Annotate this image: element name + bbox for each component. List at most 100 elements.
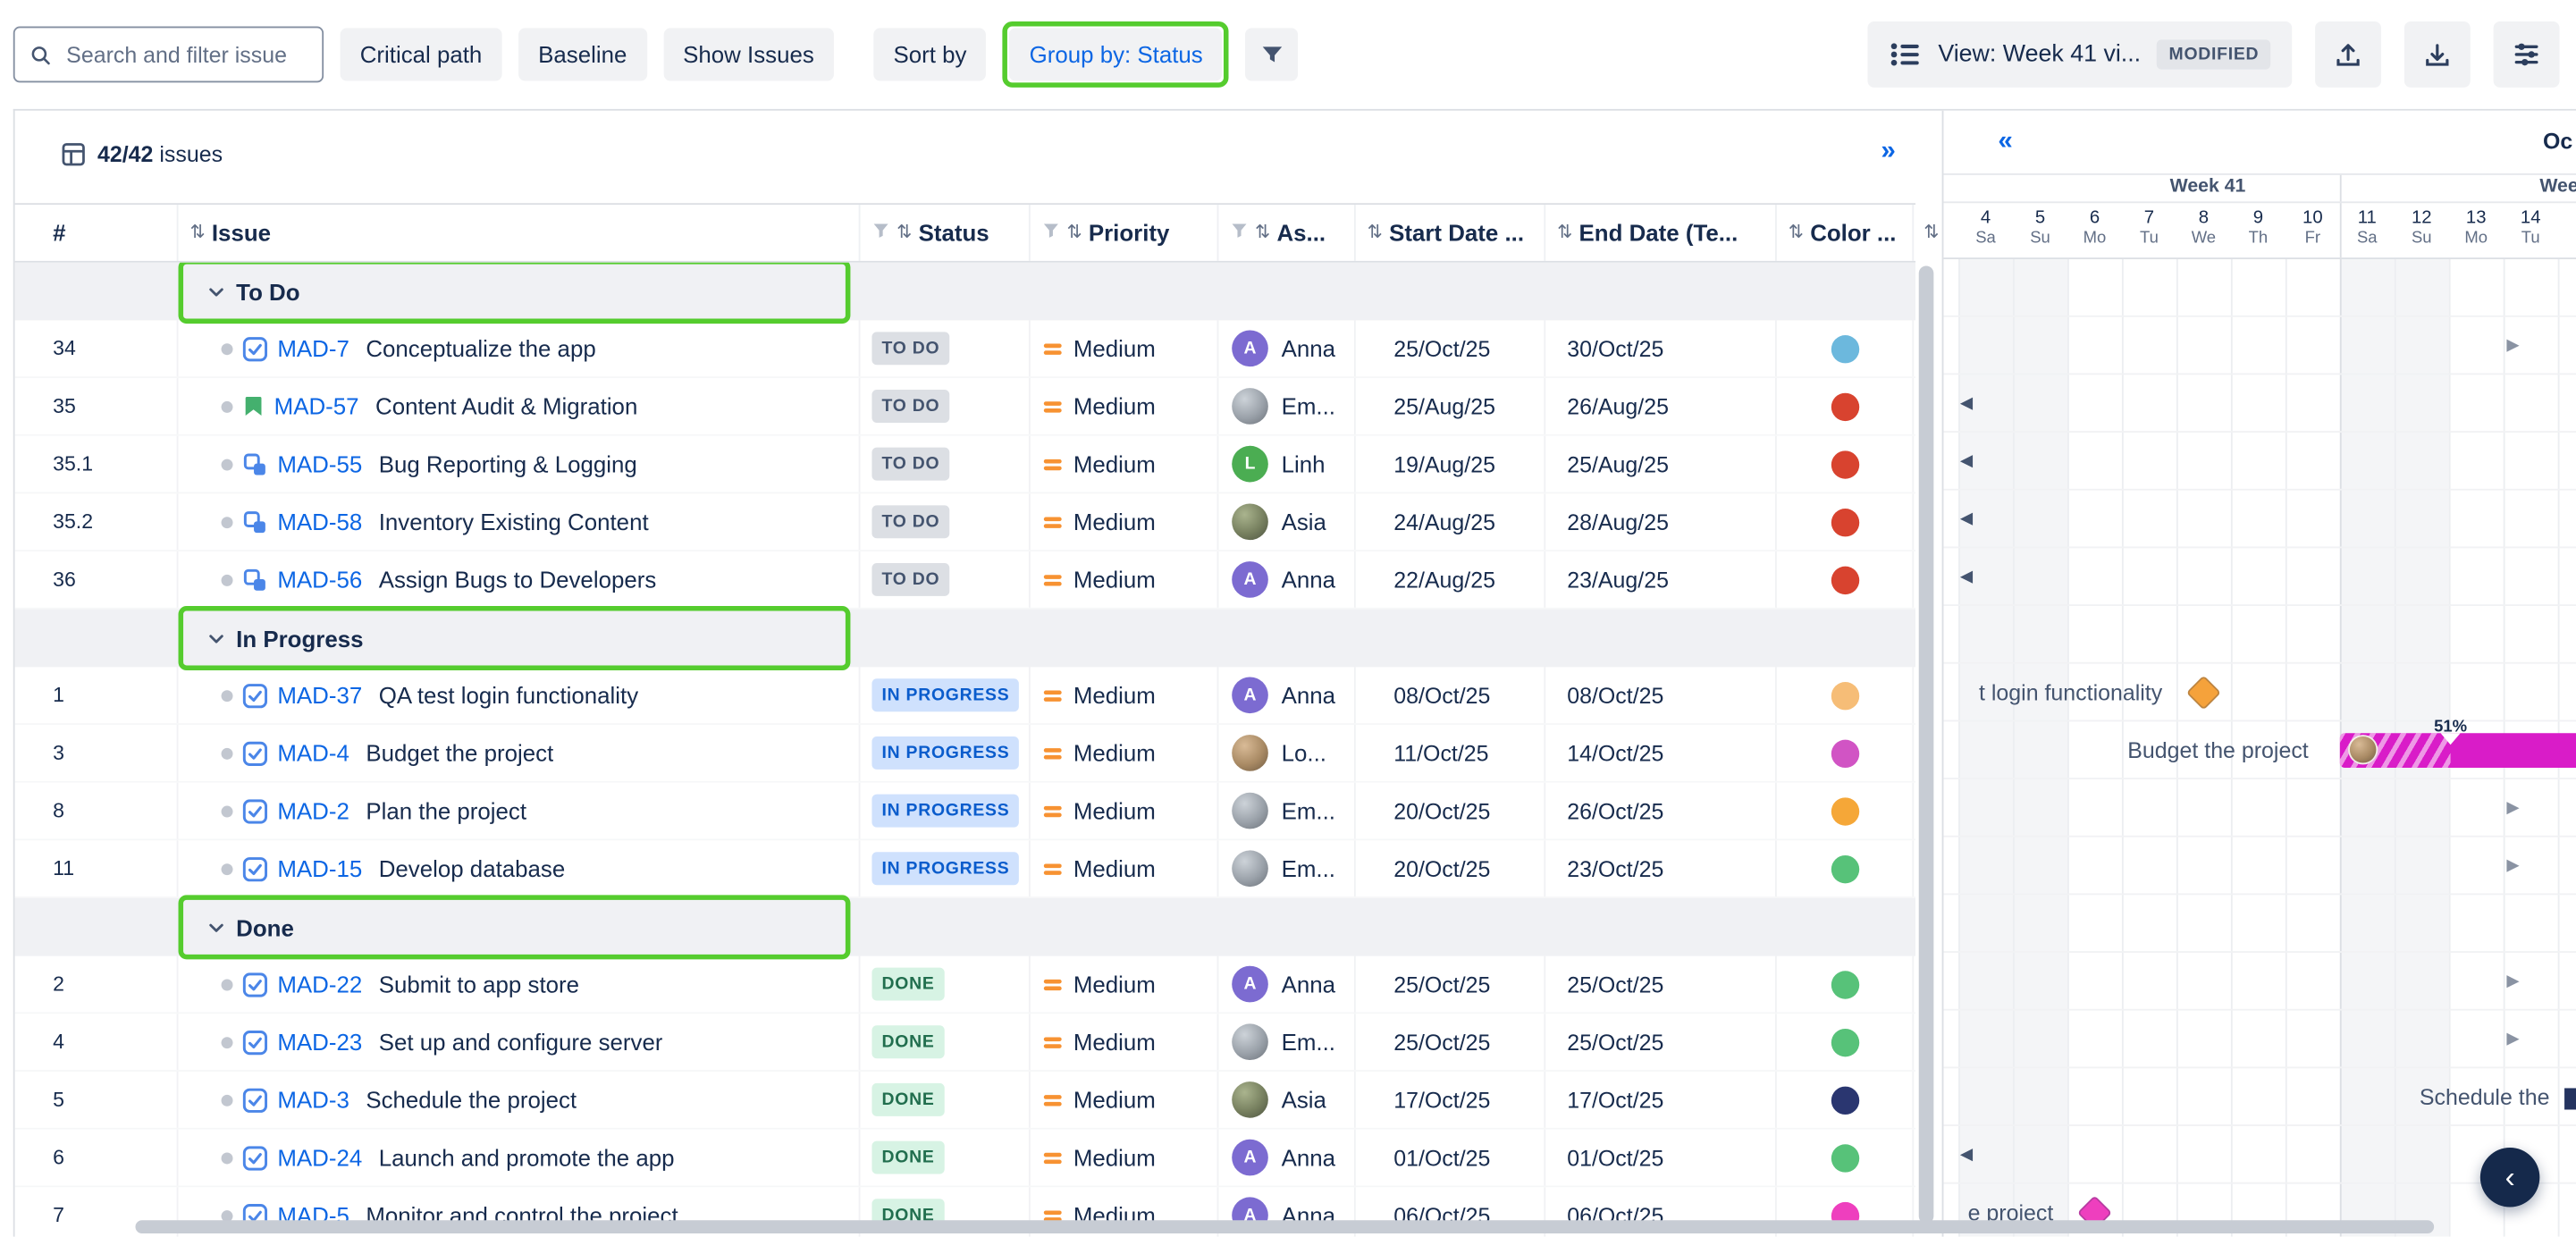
expand-dot[interactable] (222, 516, 233, 527)
status-chip[interactable]: TO DO (871, 390, 949, 423)
color-dot[interactable] (1831, 334, 1858, 362)
offscreen-right-arrow[interactable]: ▶ (2506, 317, 2519, 375)
status-chip[interactable]: IN PROGRESS (871, 795, 1019, 828)
status-chip[interactable]: TO DO (871, 332, 949, 365)
sort-icon[interactable]: ⇅ (189, 223, 205, 241)
sort-icon[interactable]: ⇅ (1255, 223, 1270, 241)
expand-dot[interactable] (222, 400, 233, 412)
offscreen-left-arrow[interactable]: ◀ (1960, 491, 1973, 549)
view-selector[interactable]: View: Week 41 vi... MODIFIED (1867, 21, 2292, 88)
status-chip[interactable]: TO DO (871, 563, 949, 596)
chevron-down-icon[interactable] (206, 628, 226, 648)
issue-key-link[interactable]: MAD-56 (277, 567, 362, 593)
horizontal-scrollbar-thumb[interactable] (135, 1220, 2434, 1233)
expand-dot[interactable] (222, 1036, 233, 1048)
offscreen-left-arrow[interactable]: ◀ (1960, 548, 1973, 606)
expand-dot[interactable] (222, 459, 233, 470)
group-header-row[interactable]: Done (15, 898, 1915, 956)
vertical-scrollbar[interactable] (1915, 265, 1937, 1224)
color-dot[interactable] (1831, 854, 1858, 882)
expand-dot[interactable] (222, 979, 233, 990)
issue-key-link[interactable]: MAD-4 (277, 740, 349, 767)
issue-key-link[interactable]: MAD-24 (277, 1144, 362, 1171)
issue-key-link[interactable]: MAD-23 (277, 1029, 362, 1056)
status-chip[interactable]: TO DO (871, 448, 949, 481)
status-chip[interactable]: DONE (871, 1141, 944, 1174)
sort-icon[interactable]: ⇅ (1368, 223, 1383, 241)
collapse-table-button[interactable]: » (1881, 137, 1895, 166)
expand-dot[interactable] (222, 1152, 233, 1164)
group-header-row[interactable]: In Progress (15, 610, 1915, 668)
vertical-scrollbar-thumb[interactable] (1919, 265, 1934, 1224)
milestone-diamond[interactable] (2186, 675, 2221, 710)
issue-key-link[interactable]: MAD-2 (277, 797, 349, 824)
color-dot[interactable] (1831, 392, 1858, 420)
collapse-panel-fab[interactable]: ‹ (2480, 1148, 2540, 1208)
sort-icon[interactable]: ⇅ (897, 223, 912, 241)
color-dot[interactable] (1831, 508, 1858, 535)
sort-by-button[interactable]: Sort by (873, 28, 986, 80)
filter-icon[interactable] (1230, 218, 1248, 248)
expand-dot[interactable] (222, 342, 233, 354)
color-dot[interactable] (1831, 566, 1858, 593)
group-header-row[interactable]: To Do (15, 263, 1915, 321)
download-button[interactable] (2404, 21, 2471, 88)
offscreen-right-arrow[interactable]: ▶ (2506, 779, 2519, 837)
color-dot[interactable] (1831, 1086, 1858, 1114)
gantt-bar[interactable] (2340, 733, 2576, 768)
color-dot[interactable] (1831, 450, 1858, 477)
issue-key-link[interactable]: MAD-7 (277, 335, 349, 362)
critical-path-button[interactable]: Critical path (341, 28, 502, 80)
status-chip[interactable]: DONE (871, 1083, 944, 1116)
color-dot[interactable] (1831, 739, 1858, 767)
expand-dot[interactable] (222, 1094, 233, 1106)
status-chip[interactable]: DONE (871, 1025, 944, 1058)
collapse-gantt-button[interactable]: « (1998, 127, 2012, 156)
offscreen-left-arrow[interactable]: ◀ (1960, 374, 1973, 433)
sort-icon[interactable]: ⇅ (1789, 223, 1804, 241)
expand-dot[interactable] (222, 863, 233, 874)
offscreen-right-arrow[interactable]: ▶ (2506, 953, 2519, 1011)
status-chip[interactable]: IN PROGRESS (871, 678, 1019, 711)
color-dot[interactable] (1831, 970, 1858, 997)
issue-key-link[interactable]: MAD-15 (277, 855, 362, 882)
issue-key-link[interactable]: MAD-58 (277, 509, 362, 535)
offscreen-left-arrow[interactable]: ◀ (1960, 1126, 1973, 1184)
issue-key-link[interactable]: MAD-22 (277, 971, 362, 997)
filter-button[interactable] (1246, 28, 1299, 80)
issue-key-link[interactable]: MAD-57 (274, 393, 359, 420)
horizontal-scrollbar[interactable] (135, 1220, 2434, 1233)
sort-icon[interactable]: ⇅ (1557, 223, 1572, 241)
issue-key-link[interactable]: MAD-37 (277, 682, 362, 709)
status-chip[interactable]: DONE (871, 968, 944, 1001)
sort-icon[interactable]: ⇅ (1924, 224, 1939, 242)
color-dot[interactable] (1831, 681, 1858, 709)
status-chip[interactable]: IN PROGRESS (871, 736, 1019, 770)
status-chip[interactable]: TO DO (871, 505, 949, 538)
color-dot[interactable] (1831, 796, 1858, 824)
expand-dot[interactable] (222, 1209, 233, 1221)
filter-icon[interactable] (871, 218, 889, 248)
filter-icon[interactable] (1042, 218, 1060, 248)
settings-sliders-button[interactable] (2494, 21, 2560, 88)
upload-button[interactable] (2315, 21, 2381, 88)
expand-dot[interactable] (222, 747, 233, 759)
expand-dot[interactable] (222, 805, 233, 817)
status-chip[interactable]: IN PROGRESS (871, 852, 1019, 885)
search-input[interactable] (63, 40, 307, 68)
baseline-button[interactable]: Baseline (518, 28, 647, 80)
chevron-down-icon[interactable] (206, 282, 226, 301)
offscreen-right-arrow[interactable]: ▶ (2506, 1011, 2519, 1069)
expand-dot[interactable] (222, 689, 233, 701)
chevron-down-icon[interactable] (206, 917, 226, 937)
group-by-button[interactable]: Group by: Status (1009, 28, 1222, 80)
issue-key-link[interactable]: MAD-3 (277, 1087, 349, 1114)
color-dot[interactable] (1831, 1143, 1858, 1171)
offscreen-left-arrow[interactable]: ◀ (1960, 433, 1973, 491)
show-issues-button[interactable]: Show Issues (663, 28, 834, 80)
issue-key-link[interactable]: MAD-55 (277, 450, 362, 477)
sort-icon[interactable]: ⇅ (1066, 223, 1082, 241)
color-dot[interactable] (1831, 1028, 1858, 1056)
expand-dot[interactable] (222, 574, 233, 585)
offscreen-right-arrow[interactable]: ▶ (2506, 837, 2519, 896)
